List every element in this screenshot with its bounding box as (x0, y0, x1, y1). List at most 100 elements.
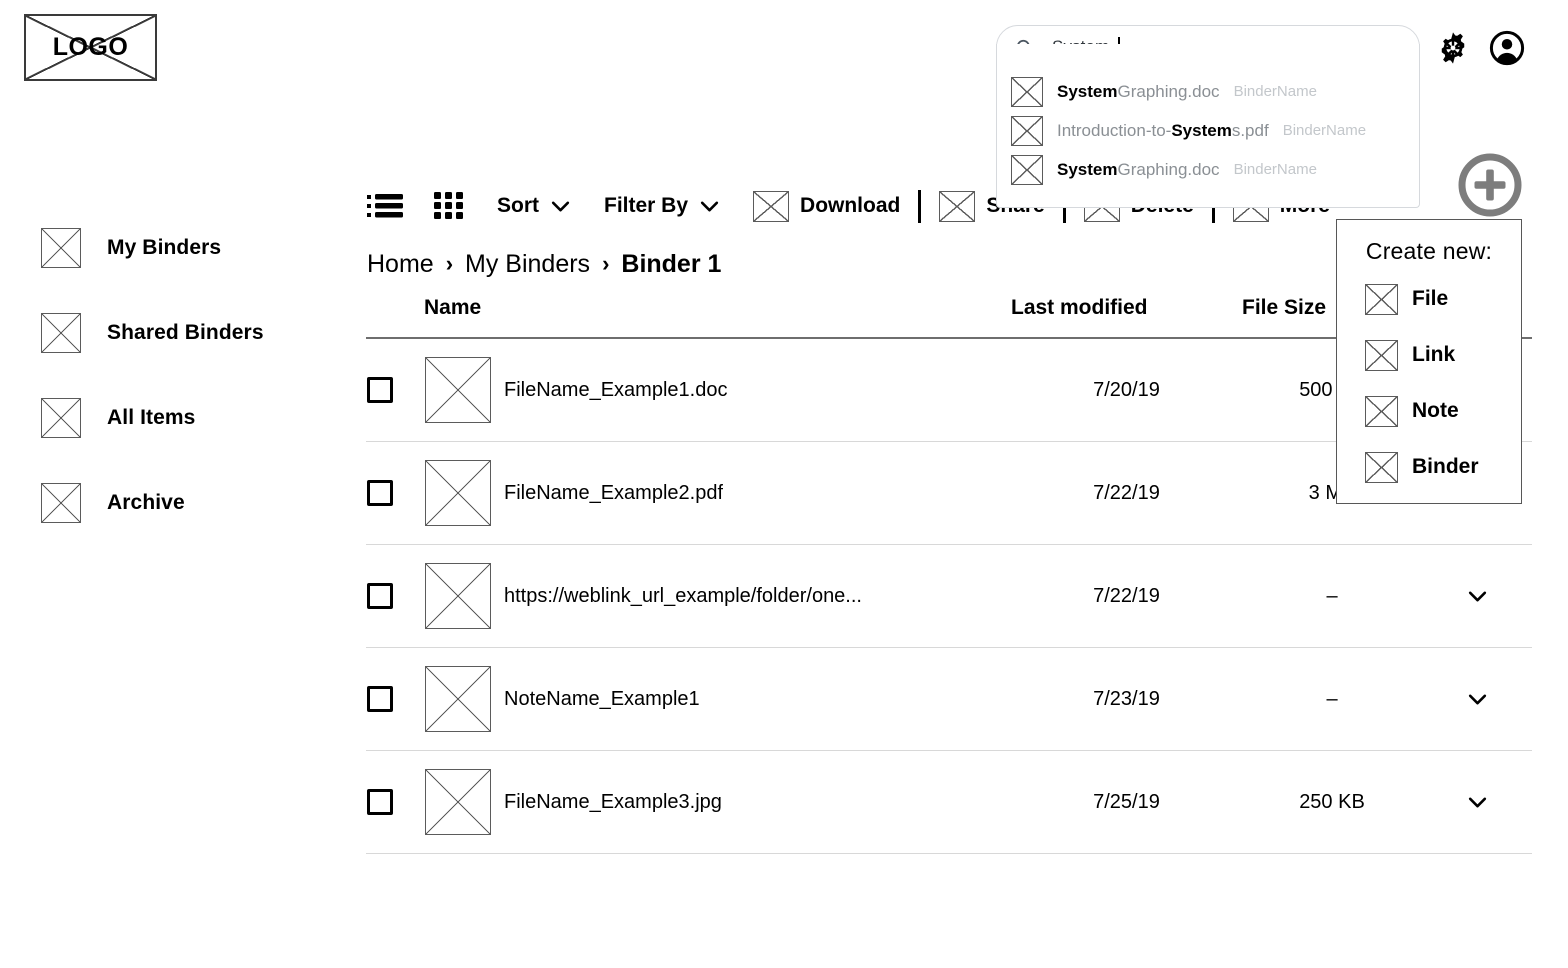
row-checkbox[interactable] (367, 480, 393, 506)
sidebar-item-all-items[interactable]: All Items (0, 398, 340, 438)
search-result-item[interactable]: Introduction-to-Systems.pdf BinderName (997, 111, 1419, 150)
row-name-cell[interactable]: FileName_Example1.doc (424, 338, 1011, 442)
row-actions-cell[interactable] (1422, 544, 1532, 648)
breadcrumb-item-current: Binder 1 (621, 249, 722, 278)
download-label: Download (800, 194, 901, 217)
image-thumbnail-icon (425, 769, 491, 835)
row-name: FileName_Example2.pdf (504, 481, 723, 504)
row-name: FileName_Example3.jpg (504, 790, 722, 813)
breadcrumb-item-my-binders[interactable]: My Binders (465, 250, 590, 279)
filter-label: Filter By (604, 194, 689, 217)
row-checkbox[interactable] (367, 377, 393, 403)
table-row[interactable]: NoteName_Example1 7/23/19 – (366, 647, 1532, 751)
note-thumbnail-icon (425, 666, 491, 732)
row-name: NoteName_Example1 (504, 687, 700, 710)
row-modified: 7/22/19 (1011, 544, 1242, 648)
account-circle-icon (1489, 30, 1525, 66)
list-view-button[interactable] (366, 191, 406, 221)
sort-dropdown[interactable]: Sort (497, 194, 570, 218)
file-thumbnail-icon (1011, 76, 1043, 107)
search-result-binder: BinderName (1233, 83, 1317, 100)
grid-view-button[interactable] (431, 190, 467, 222)
row-name-cell[interactable]: NoteName_Example1 (424, 647, 1011, 751)
binder-icon (1365, 451, 1398, 483)
list-view-icon (367, 194, 403, 218)
column-header-name[interactable]: Name (424, 296, 1011, 339)
search-result-name: Introduction-to-Systems.pdf (1057, 120, 1269, 140)
row-modified: 7/23/19 (1011, 647, 1242, 751)
row-checkbox[interactable] (367, 583, 393, 609)
chevron-down-icon[interactable] (1468, 694, 1487, 705)
row-checkbox-cell[interactable] (366, 750, 424, 854)
create-new-button[interactable] (1457, 152, 1523, 218)
app-logo[interactable]: LOGO (24, 14, 157, 81)
download-button[interactable]: Download (753, 190, 901, 222)
row-actions-cell[interactable] (1422, 647, 1532, 751)
sidebar-item-label: Archive (107, 491, 185, 514)
breadcrumb-separator: › (602, 251, 610, 276)
chevron-down-icon[interactable] (1468, 797, 1487, 808)
sidebar-item-shared-binders[interactable]: Shared Binders (0, 313, 340, 353)
gear-icon (1441, 32, 1465, 64)
search-result-binder: BinderName (1233, 161, 1317, 178)
row-size: 250 KB (1242, 750, 1422, 854)
row-checkbox-cell[interactable] (366, 441, 424, 545)
search-result-item[interactable]: SystemGraphing.doc BinderName (997, 150, 1419, 189)
logo-text: LOGO (52, 33, 129, 61)
sidebar-item-label: My Binders (107, 236, 222, 259)
file-thumbnail-icon (1011, 154, 1043, 185)
row-checkbox-cell[interactable] (366, 338, 424, 442)
breadcrumb-item-home[interactable]: Home (367, 250, 434, 279)
chevron-down-icon (700, 201, 719, 211)
row-checkbox-cell[interactable] (366, 544, 424, 648)
row-modified: 7/22/19 (1011, 441, 1242, 545)
column-header-last-modified[interactable]: Last modified (1011, 296, 1242, 339)
row-checkbox[interactable] (367, 686, 393, 712)
create-link-item[interactable]: Link (1337, 337, 1521, 373)
table-row[interactable]: https://weblink_url_example/folder/one..… (366, 544, 1532, 648)
plus-circle-icon (1458, 153, 1522, 217)
filter-dropdown[interactable]: Filter By (604, 194, 719, 218)
sort-label: Sort (497, 194, 539, 217)
row-modified: 7/20/19 (1011, 338, 1242, 442)
chevron-down-icon[interactable] (1468, 591, 1487, 602)
file-icon (1365, 283, 1398, 315)
shared-binder-icon (41, 313, 81, 353)
row-size: – (1242, 544, 1422, 648)
sidebar-item-archive[interactable]: Archive (0, 483, 340, 523)
search-result-item[interactable]: SystemGraphing.doc BinderName (997, 72, 1419, 111)
row-name-cell[interactable]: FileName_Example2.pdf (424, 441, 1011, 545)
file-thumbnail-icon (425, 357, 491, 423)
row-name-cell[interactable]: https://weblink_url_example/folder/one..… (424, 544, 1011, 648)
sidebar-item-label: All Items (107, 406, 196, 429)
row-checkbox-cell[interactable] (366, 647, 424, 751)
search-result-name: SystemGraphing.doc (1057, 159, 1220, 179)
account-button[interactable] (1489, 30, 1525, 66)
create-new-menu[interactable]: Create new: File Link Note Binder (1336, 219, 1522, 504)
create-note-item[interactable]: Note (1337, 393, 1521, 429)
settings-button[interactable] (1435, 30, 1471, 66)
row-name-cell[interactable]: FileName_Example3.jpg (424, 750, 1011, 854)
note-icon (1365, 395, 1398, 427)
sidebar: My Binders Shared Binders All Items Arch… (0, 228, 340, 568)
sidebar-item-my-binders[interactable]: My Binders (0, 228, 340, 268)
create-file-item[interactable]: File (1337, 281, 1521, 317)
search-result-binder: BinderName (1282, 122, 1367, 139)
create-item-label: Note (1412, 399, 1459, 422)
search-result-name: SystemGraphing.doc (1057, 81, 1220, 101)
chevron-down-icon (551, 201, 570, 211)
create-binder-item[interactable]: Binder (1337, 449, 1521, 485)
row-actions-cell[interactable] (1422, 750, 1532, 854)
search-results-dropdown[interactable]: SystemGraphing.doc BinderName Introducti… (996, 44, 1420, 208)
share-icon (939, 190, 976, 222)
binder-icon (41, 228, 81, 268)
archive-icon (41, 483, 81, 523)
file-thumbnail-icon (425, 460, 491, 526)
row-checkbox[interactable] (367, 789, 393, 815)
create-item-label: File (1412, 287, 1449, 310)
file-thumbnail-icon (1011, 115, 1043, 146)
table-row[interactable]: FileName_Example3.jpg 7/25/19 250 KB (366, 750, 1532, 854)
link-icon (1365, 339, 1398, 371)
breadcrumb-separator: › (445, 251, 454, 276)
toolbar-separator (918, 189, 922, 223)
